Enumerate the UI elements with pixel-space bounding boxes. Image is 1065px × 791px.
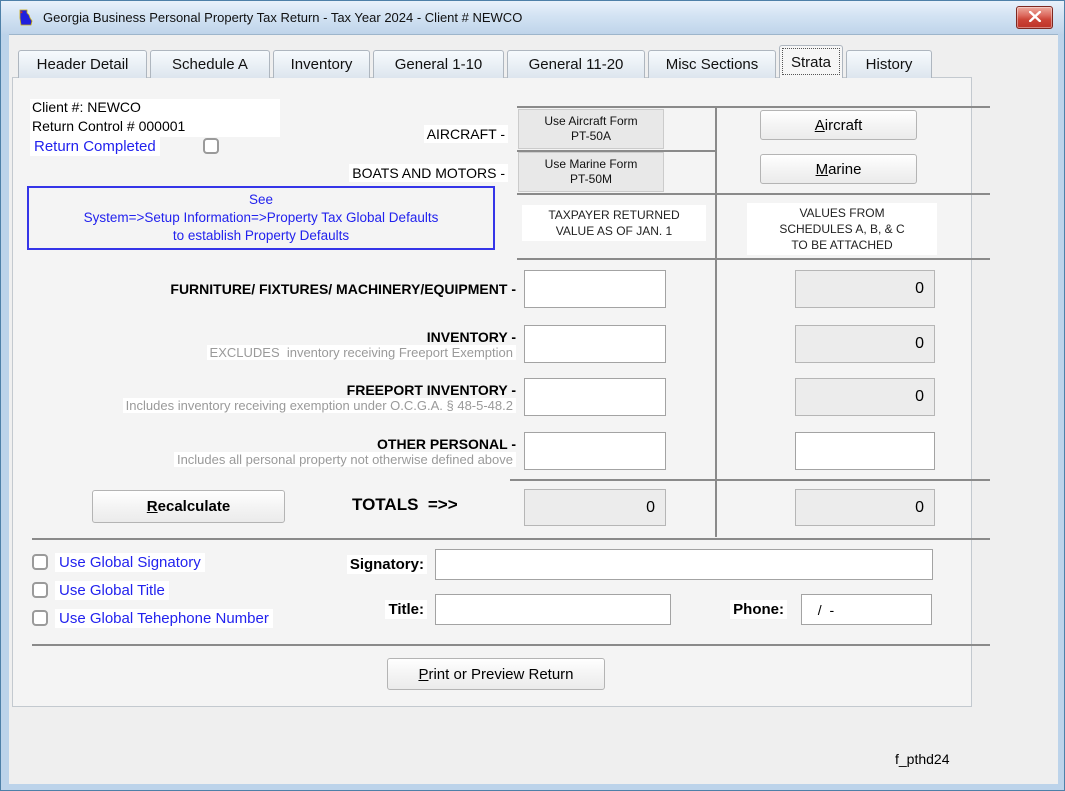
tab-bar: Header Detail Schedule A Inventory Gener…: [18, 45, 935, 78]
recalculate-button[interactable]: Recalculate: [92, 490, 285, 523]
title-label: Title:: [385, 600, 427, 619]
tab-inventory[interactable]: Inventory: [273, 50, 370, 78]
inventory-schedule-value: 0: [795, 325, 935, 363]
strata-tab-panel: Client #: NEWCO Return Control # 000001 …: [12, 77, 990, 707]
totals-label: TOTALS =>>: [352, 495, 458, 514]
form-id-label: f_pthd24: [895, 751, 950, 767]
use-global-telephone-row: Use Global Tehephone Number: [32, 608, 273, 628]
use-global-signatory-label: Use Global Signatory: [55, 552, 205, 572]
use-global-title-checkbox[interactable]: [32, 582, 48, 598]
return-control-label: Return Control # 000001: [30, 118, 280, 137]
other-personal-row-label: OTHER PERSONAL - Includes all personal p…: [173, 432, 516, 470]
close-button[interactable]: [1016, 6, 1053, 29]
aircraft-button[interactable]: Aircraft: [760, 110, 917, 140]
section-separator: [32, 644, 990, 646]
phone-input[interactable]: [801, 594, 932, 625]
property-defaults-note: See System=>Setup Information=>Property …: [27, 186, 495, 250]
section-separator: [32, 538, 990, 540]
window-title: Georgia Business Personal Property Tax R…: [43, 10, 523, 25]
georgia-state-icon: [15, 9, 34, 27]
schedule-total-value: 0: [795, 489, 935, 526]
aircraft-label: AIRCRAFT -: [423, 125, 508, 143]
title-input[interactable]: [435, 594, 671, 625]
app-window: Georgia Business Personal Property Tax R…: [0, 0, 1065, 791]
taxpayer-total-value: 0: [524, 489, 666, 526]
use-global-title-label: Use Global Title: [55, 580, 169, 600]
print-or-preview-button[interactable]: Print or Preview Return: [387, 658, 605, 690]
marine-button[interactable]: Marine: [760, 154, 917, 184]
freeport-schedule-value: 0: [795, 378, 935, 416]
freeport-row-label: FREEPORT INVENTORY - Includes inventory …: [122, 378, 516, 416]
tab-general-11-20[interactable]: General 11-20: [507, 50, 645, 78]
furniture-row-label: FURNITURE/ FIXTURES/ MACHINERY/EQUIPMENT…: [170, 281, 516, 297]
other-personal-taxpayer-input[interactable]: [524, 432, 666, 470]
titlebar[interactable]: Georgia Business Personal Property Tax R…: [1, 1, 1064, 34]
tab-header-detail[interactable]: Header Detail: [18, 50, 147, 78]
close-icon: [1028, 9, 1042, 27]
divider: [517, 193, 990, 195]
freeport-taxpayer-input[interactable]: [524, 378, 666, 416]
dialog-body: Header Detail Schedule A Inventory Gener…: [9, 34, 1058, 784]
tab-misc-sections[interactable]: Misc Sections: [648, 50, 776, 78]
return-completed-label: Return Completed: [30, 137, 160, 156]
furniture-taxpayer-input[interactable]: [524, 270, 666, 308]
aircraft-form-note: Use Aircraft Form PT-50A: [518, 109, 664, 149]
use-global-signatory-checkbox[interactable]: [32, 554, 48, 570]
furniture-schedule-value: 0: [795, 270, 935, 308]
divider: [517, 258, 990, 260]
signatory-input[interactable]: [435, 549, 933, 580]
inventory-row-label: INVENTORY - EXCLUDES inventory receiving…: [206, 325, 516, 363]
use-global-telephone-checkbox[interactable]: [32, 610, 48, 626]
divider: [517, 106, 990, 108]
tab-general-1-10[interactable]: General 1-10: [373, 50, 504, 78]
taxpayer-returned-header: TAXPAYER RETURNED VALUE AS OF JAN. 1: [522, 205, 706, 241]
boats-and-motors-label: BOATS AND MOTORS -: [349, 164, 508, 182]
signatory-label: Signatory:: [346, 555, 427, 574]
other-personal-schedule-input[interactable]: [795, 432, 935, 470]
client-number-label: Client #: NEWCO: [30, 99, 280, 118]
tab-schedule-a[interactable]: Schedule A: [150, 50, 270, 78]
divider: [715, 106, 717, 537]
use-global-signatory-row: Use Global Signatory: [32, 552, 205, 572]
use-global-telephone-label: Use Global Tehephone Number: [55, 608, 273, 628]
tab-strata[interactable]: Strata: [779, 45, 843, 78]
tab-history[interactable]: History: [846, 50, 932, 78]
inventory-taxpayer-input[interactable]: [524, 325, 666, 363]
marine-form-note: Use Marine Form PT-50M: [518, 152, 664, 192]
use-global-title-row: Use Global Title: [32, 580, 169, 600]
return-completed-checkbox[interactable]: [203, 138, 219, 154]
divider: [510, 479, 990, 481]
phone-label: Phone:: [730, 600, 787, 619]
schedules-values-header: VALUES FROM SCHEDULES A, B, & C TO BE AT…: [747, 203, 937, 255]
